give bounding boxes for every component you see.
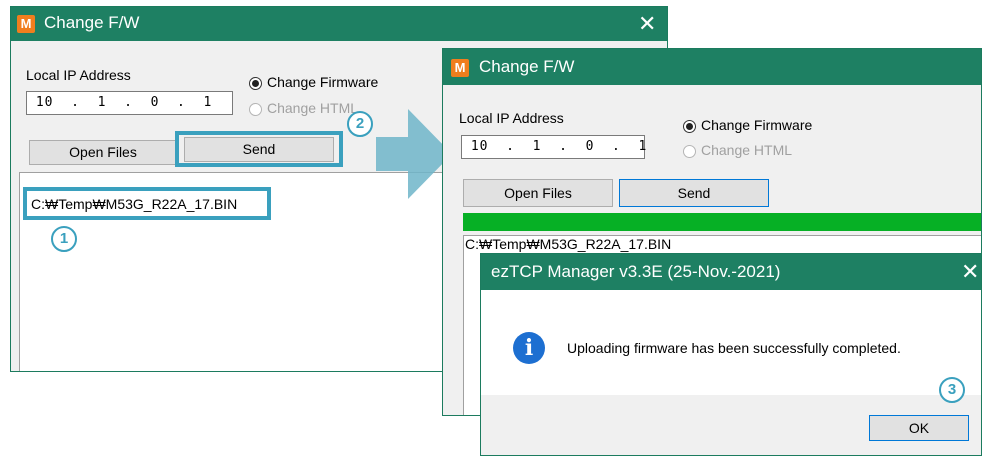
upload-complete-dialog: ezTCP Manager v3.3E (25-Nov.-2021) ✕ i U… [480, 253, 982, 456]
change-html-label: Change HTML [267, 100, 359, 116]
change-html-radio[interactable] [683, 145, 696, 158]
dialog-message: Uploading firmware has been successfully… [567, 340, 901, 356]
step-1-marker: 1 [51, 226, 77, 252]
change-firmware-label: Change Firmware [701, 117, 813, 133]
local-ip-input[interactable]: 10 . 1 . 0 . 1 [26, 91, 233, 115]
open-files-button[interactable]: Open Files [29, 140, 177, 165]
step-2-marker: 2 [347, 111, 373, 137]
local-ip-input[interactable]: 10 . 1 . 0 . 1 [461, 135, 646, 159]
change-firmware-radio[interactable] [249, 77, 262, 90]
open-files-button[interactable]: Open Files [463, 179, 613, 207]
change-html-label: Change HTML [701, 142, 793, 158]
dialog-title-bar: ezTCP Manager v3.3E (25-Nov.-2021) ✕ [481, 254, 981, 290]
change-firmware-label: Change Firmware [267, 74, 379, 90]
send-button-highlight [175, 131, 343, 167]
change-firmware-radio[interactable] [683, 120, 696, 133]
local-ip-label: Local IP Address [26, 67, 131, 83]
dialog-footer: 3 OK [481, 377, 981, 455]
title-bar: M Change F/W ✕ [11, 7, 667, 41]
m-logo-icon: M [17, 15, 35, 33]
m-logo-icon: M [451, 59, 469, 77]
send-button[interactable]: Send [619, 179, 769, 207]
close-icon[interactable]: ✕ [638, 13, 656, 35]
info-icon: i [513, 332, 545, 364]
change-html-radio[interactable] [249, 103, 262, 116]
file-path-highlight [23, 187, 271, 220]
file-path-text: C:₩Temp₩M53G_R22A_17.BIN [465, 236, 672, 252]
dialog-title: ezTCP Manager v3.3E (25-Nov.-2021) [491, 262, 781, 281]
local-ip-label: Local IP Address [459, 110, 564, 126]
title-bar: M Change F/W [443, 49, 981, 85]
window-title: Change F/W [44, 13, 140, 32]
window-title: Change F/W [479, 57, 575, 76]
ok-button[interactable]: OK [869, 415, 969, 441]
upload-progress-bar [463, 213, 981, 231]
step-3-marker: 3 [939, 377, 965, 403]
close-icon[interactable]: ✕ [961, 261, 979, 283]
